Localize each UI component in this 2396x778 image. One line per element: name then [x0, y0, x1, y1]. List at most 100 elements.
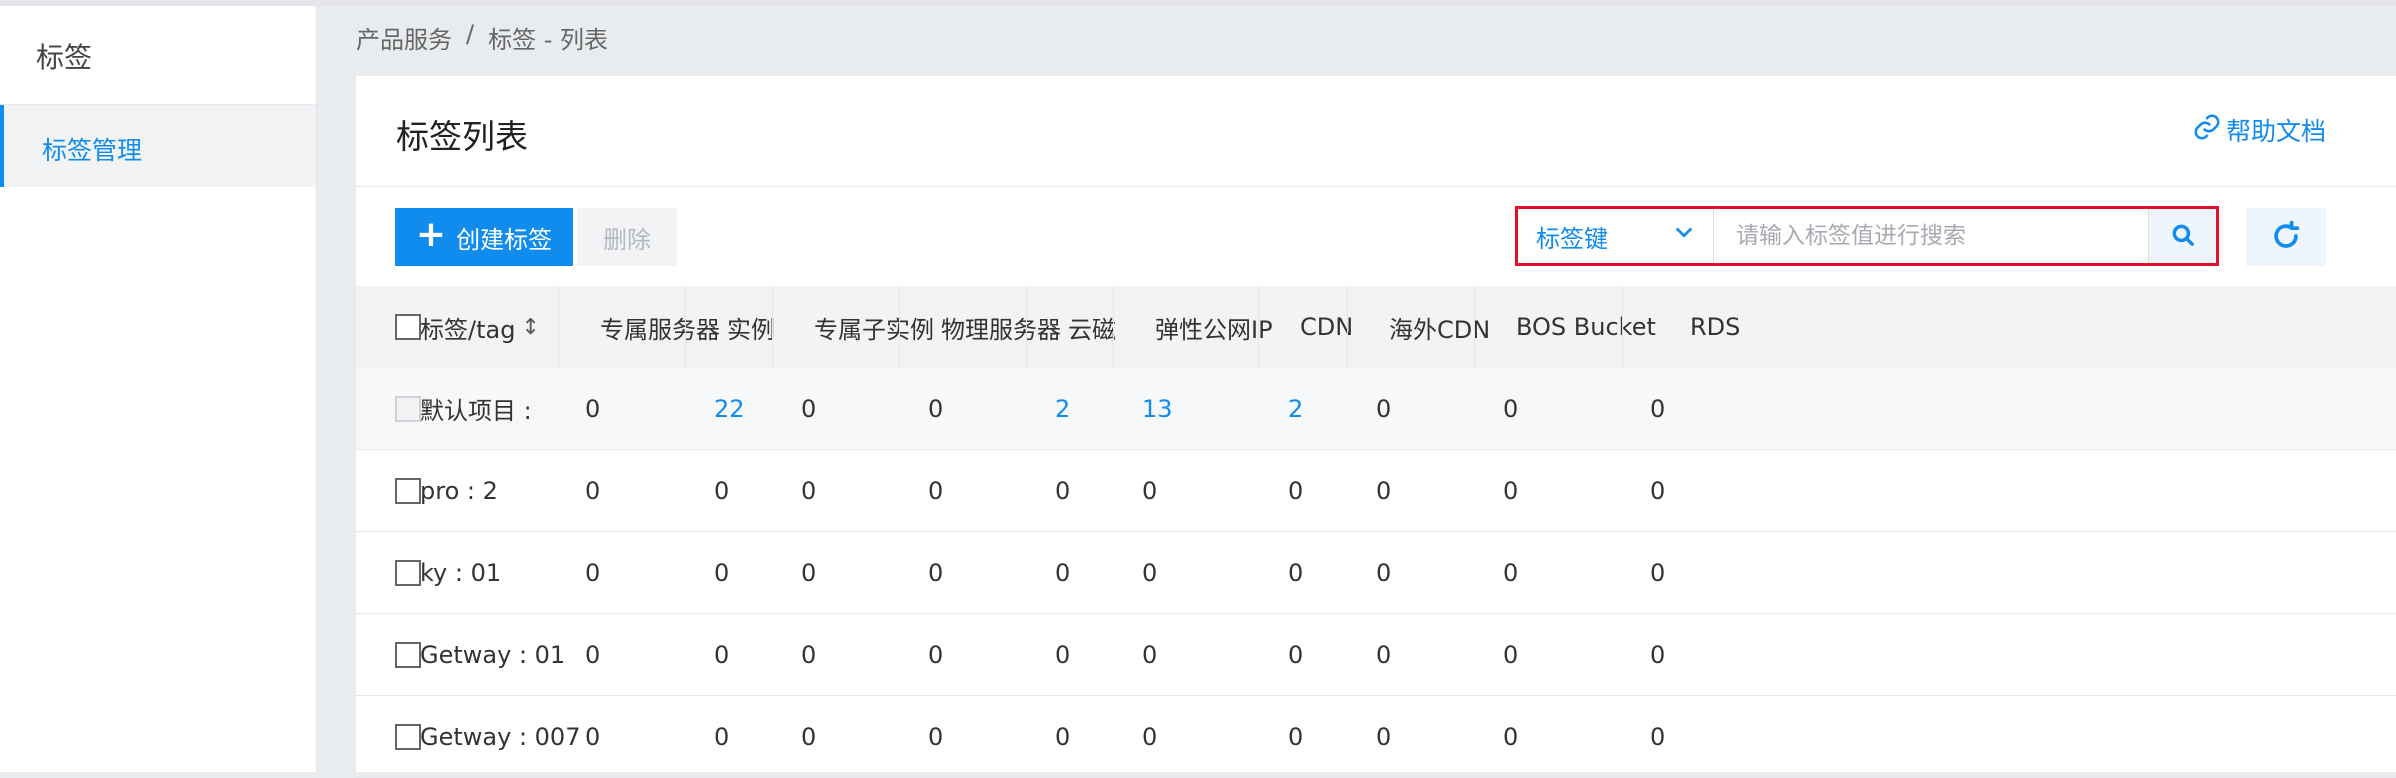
search-icon: [2170, 222, 2196, 251]
table-row: Getway : 007 0 0 0 0 0 0 0 0 0 0: [356, 696, 2396, 778]
tag-cell: Getway : 007: [420, 722, 581, 751]
resource-count-link[interactable]: 22: [714, 368, 745, 449]
resource-count: 0: [801, 558, 817, 587]
column-separator: [1026, 286, 1027, 368]
resource-count: 0: [1055, 558, 1071, 587]
resource-count: 0: [585, 558, 601, 587]
resource-count-link[interactable]: 2: [1055, 368, 1070, 449]
resource-count-link[interactable]: 2: [1288, 368, 1303, 449]
column-header-label: 海外CDN: [1389, 315, 1491, 344]
resource-count: 0: [585, 394, 601, 423]
breadcrumb-item-products[interactable]: 产品服务: [356, 20, 452, 55]
table-row: ky : 01 0 0 0 0 0 0 0 0 0 0: [356, 532, 2396, 614]
column-header-label: CDN: [1300, 313, 1354, 341]
column-header-label: 标签/tag: [420, 315, 516, 344]
column-separator: [1347, 286, 1348, 368]
select-all-checkbox[interactable]: [395, 314, 421, 340]
resource-count: 0: [928, 394, 944, 423]
search-key-value: 标签键: [1536, 224, 1608, 253]
sidebar-item-tag-management[interactable]: 标签管理: [0, 105, 316, 187]
table-row: pro : 2 0 0 0 0 0 0 0 0 0 0: [356, 450, 2396, 532]
row-checkbox[interactable]: [395, 724, 421, 750]
search-button[interactable]: [2148, 209, 2216, 263]
breadcrumb: 产品服务 / 标签 - 列表: [356, 20, 608, 55]
resource-count-link[interactable]: 13: [1142, 368, 1173, 449]
refresh-button[interactable]: [2246, 208, 2326, 266]
column-header-label: 实例: [727, 315, 775, 344]
tag-cell: ky : 01: [420, 558, 502, 587]
resource-count: 0: [1650, 558, 1666, 587]
help-doc-link[interactable]: 帮助文档: [2192, 112, 2326, 148]
link-icon: [2192, 112, 2222, 148]
resource-count: 0: [1650, 476, 1666, 505]
sidebar-item-label: 标签管理: [42, 136, 143, 165]
sort-icon[interactable]: ↕: [521, 315, 539, 340]
resource-count: 0: [1055, 640, 1071, 669]
column-header-label: 云磁: [1068, 315, 1116, 344]
column-header: 实例: [727, 286, 775, 368]
resource-count: 0: [1376, 476, 1392, 505]
column-header-label: 专属子实例: [814, 315, 934, 344]
column-header-label: 弹性公网IP: [1155, 315, 1273, 344]
resource-count: 0: [928, 558, 944, 587]
column-separator: [1474, 286, 1475, 368]
table-header: 标签/tag ↕ 专属服务器 实例 专属子实例 物理服务器 云磁 弹性公网IP CDN 海外CDN…: [356, 286, 2396, 368]
column-header[interactable]: 标签/tag ↕: [420, 286, 540, 368]
plus-icon: +: [415, 214, 447, 255]
resource-count: 0: [1376, 722, 1392, 751]
resource-count: 0: [1055, 476, 1071, 505]
sidebar: 标签 标签管理: [0, 6, 317, 772]
column-header-label: 物理服务器: [941, 315, 1061, 344]
column-header: 物理服务器: [941, 286, 1061, 368]
tag-table: 标签/tag ↕ 专属服务器 实例 专属子实例 物理服务器 云磁 弹性公网IP CDN 海外CDN…: [356, 286, 2396, 778]
resource-count: 0: [1288, 640, 1304, 669]
tag-cell: Getway : 01: [420, 640, 566, 669]
resource-count: 0: [714, 640, 730, 669]
resource-count: 0: [1503, 640, 1519, 669]
row-checkbox[interactable]: [395, 642, 421, 668]
resource-count: 0: [1288, 722, 1304, 751]
resource-count: 0: [1288, 476, 1304, 505]
active-indicator: [0, 105, 4, 187]
column-separator: [772, 286, 773, 368]
column-header: 海外CDN: [1389, 286, 1490, 368]
resource-count: 0: [714, 476, 730, 505]
column-header: 专属子实例: [814, 286, 934, 368]
resource-count: 0: [1650, 394, 1666, 423]
main-card: 标签列表 帮助文档 + 创建标签 删除 标签键 标签/tag↕专属服务器实: [356, 76, 2396, 778]
resource-count: 0: [1503, 476, 1519, 505]
resource-count: 0: [801, 722, 817, 751]
column-separator: [1258, 286, 1259, 368]
search-input[interactable]: [1714, 209, 2148, 263]
header-divider: [356, 186, 2396, 187]
resource-count: 0: [1142, 476, 1158, 505]
resource-count: 0: [1503, 722, 1519, 751]
resource-count: 0: [801, 476, 817, 505]
search-key-select[interactable]: 标签键: [1518, 209, 1714, 263]
resource-count: 0: [1142, 722, 1158, 751]
column-header: 弹性公网IP: [1155, 286, 1273, 368]
create-tag-button[interactable]: + 创建标签: [395, 208, 573, 266]
column-header-label: RDS: [1690, 313, 1741, 341]
page-title: 标签列表: [396, 117, 528, 156]
resource-count: 0: [1650, 722, 1666, 751]
tag-cell: 默认项目 :: [420, 397, 532, 425]
resource-count: 0: [1376, 640, 1392, 669]
column-header: CDN: [1300, 286, 1353, 368]
resource-count: 0: [1503, 558, 1519, 587]
search-bar: 标签键: [1515, 206, 2219, 266]
column-separator: [685, 286, 686, 368]
resource-count: 0: [928, 722, 944, 751]
resource-count: 0: [1650, 640, 1666, 669]
delete-button[interactable]: 删除: [577, 208, 677, 266]
column-separator: [558, 286, 559, 368]
resource-count: 0: [1142, 558, 1158, 587]
column-separator: [1622, 286, 1623, 368]
column-header-label: BOS Bucket: [1516, 313, 1656, 341]
column-separator: [1113, 286, 1114, 368]
column-header-label: 专属服务器: [600, 315, 720, 344]
row-checkbox[interactable]: [395, 478, 421, 504]
resource-count: 0: [1503, 394, 1519, 423]
row-checkbox[interactable]: [395, 560, 421, 586]
breadcrumb-separator: /: [466, 20, 475, 48]
